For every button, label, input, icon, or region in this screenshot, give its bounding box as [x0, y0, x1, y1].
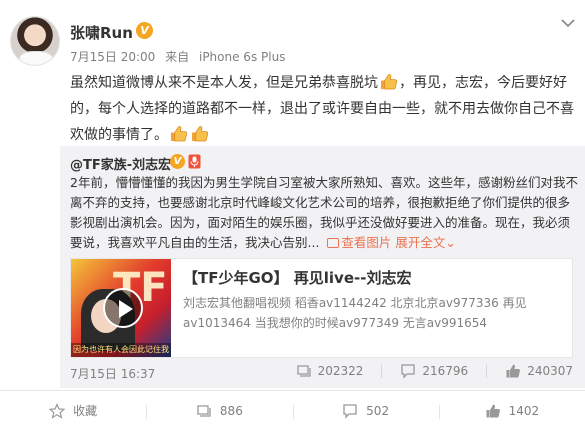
author-name[interactable]: 张啸Run: [70, 22, 133, 43]
weibo-post-card: 张啸Run V 7月15日 20:00 来自 iPhone 6s Plus 虽然…: [0, 0, 585, 430]
star-icon: [49, 402, 66, 419]
repost-author[interactable]: @TF家族-刘志宏: [70, 154, 171, 173]
expand-label: 展开全文: [395, 235, 446, 250]
post-text-part-1: 虽然知道微博从来不是本人发，但是兄弟恭喜脱坑: [70, 75, 378, 91]
video-thumbnail[interactable]: TF 因为也许有人会因此记住我: [71, 259, 171, 357]
thumbnail-caption: 因为也许有人会因此记住我: [71, 343, 171, 357]
thumbs-up-emoji-icon: [170, 126, 188, 142]
link-card-title[interactable]: 【TF少年GO】 再见live--刘志宏: [183, 267, 411, 288]
thumbs-up-emoji-icon: [380, 74, 398, 90]
post-time[interactable]: 7月15日 20:00: [70, 50, 155, 64]
like-count-value: 240307: [527, 364, 573, 378]
thumbs-up-emoji-icon: [191, 126, 209, 142]
post-meta: 7月15日 20:00 来自 iPhone 6s Plus: [70, 48, 291, 65]
repost-text: 2年前，懵懵懂懂的我因为男生学院自习室被大家所熟知、喜欢。这些年，感谢粉丝们对我…: [70, 173, 578, 253]
favorite-button[interactable]: 收藏: [0, 402, 146, 419]
post-text: 虽然知道微博从来不是本人发，但是兄弟恭喜脱坑 ，再见，志宏，今后要好好的，每个人选…: [70, 70, 578, 148]
reposted-weibo: @TF家族-刘志宏 V 2年前，懵懵懂懂的我因为男生学院自习室被大家所熟知、喜欢…: [60, 146, 585, 388]
repost-icon: [197, 404, 211, 417]
comment-icon: [343, 403, 357, 419]
like-icon: [506, 364, 521, 378]
chevron-down-icon: ⌄: [445, 235, 456, 250]
repost-button[interactable]: 886: [146, 403, 292, 419]
author-avatar[interactable]: [10, 16, 60, 66]
verified-v-icon: V: [136, 22, 153, 39]
link-card-description: 刘志宏其他翻唱视频 稻香av1144242 北京北京av977336 再见av1…: [183, 296, 527, 330]
repost-like-count[interactable]: 240307: [505, 363, 573, 379]
repost-repost-count[interactable]: 202322: [296, 363, 364, 379]
repost-count-value: 202322: [317, 364, 364, 378]
repost-icon: [296, 365, 311, 377]
like-button[interactable]: 1402: [438, 403, 585, 419]
repost-body: 2年前，懵懵懂懂的我因为男生学院自习室被大家所熟知、喜欢。这些年，感谢粉丝们对我…: [70, 175, 578, 250]
comment-count: 502: [366, 403, 390, 418]
like-count: 1402: [508, 403, 540, 418]
video-link-card[interactable]: TF 因为也许有人会因此记住我 【TF少年GO】 再见live--刘志宏 刘志宏…: [70, 258, 573, 358]
expand-full-text-link[interactable]: 展开全文⌄: [395, 235, 456, 250]
comment-button[interactable]: 502: [292, 403, 439, 419]
image-icon: [327, 238, 340, 248]
source-prefix: 来自: [165, 50, 190, 64]
repost-count: 886: [219, 403, 243, 418]
comment-count-value: 216796: [422, 364, 469, 378]
comment-icon: [401, 364, 416, 379]
action-bar: 收藏 886 502 1402: [0, 390, 585, 430]
repost-date[interactable]: 7月15日 16:37: [70, 365, 155, 382]
verified-v-icon: V: [170, 154, 185, 169]
chevron-down-icon[interactable]: [561, 18, 575, 28]
post-source[interactable]: iPhone 6s Plus: [199, 50, 285, 64]
favorite-label: 收藏: [73, 404, 98, 418]
like-icon: [486, 404, 500, 417]
microphone-icon: [188, 154, 201, 169]
play-icon[interactable]: [103, 288, 143, 328]
view-image-link[interactable]: 查看图片: [341, 235, 391, 250]
repost-comment-count[interactable]: 216796: [400, 363, 468, 379]
repost-stats: 202322 216796 240307: [296, 363, 573, 379]
